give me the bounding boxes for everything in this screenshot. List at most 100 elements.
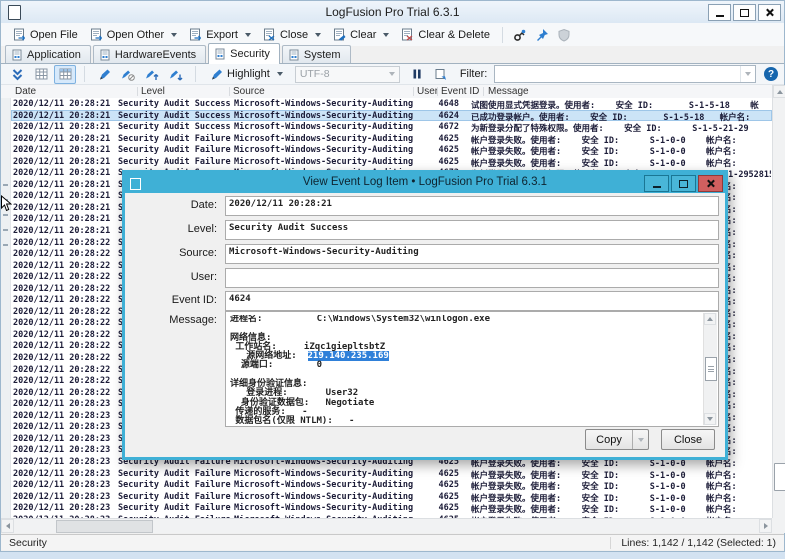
message-field[interactable]: 进程名: C:\Windows\System32\winlogon.exe 网络… [225, 311, 719, 427]
dialog-minimize-button[interactable] [644, 175, 669, 192]
log-cell-cs: Microsoft-Windows-Security-Auditing [234, 503, 419, 513]
message-line: 数据包名(仅限 NTLM): - [230, 417, 701, 424]
column-date[interactable]: Date [15, 86, 36, 97]
event-id-field[interactable]: 4624 [225, 291, 719, 311]
log-cell-cd: 2020/12/11 20:28:22 [13, 261, 117, 271]
date-field[interactable]: 2020/12/11 20:28:21 [225, 196, 719, 216]
log-row[interactable]: 2020/12/11 20:28:21Security Audit Failur… [11, 156, 772, 168]
log-row[interactable]: 2020/12/11 20:28:23Security Audit Failur… [11, 479, 772, 491]
arrow-up-icon [707, 317, 713, 321]
dropdown-arrow-icon [171, 33, 177, 37]
shield-button[interactable] [553, 26, 575, 44]
log-cell-cd: 2020/12/11 20:28:21 [13, 145, 117, 155]
minimize-button[interactable] [708, 4, 731, 21]
log-cell-cd: 2020/12/11 20:28:21 [13, 122, 117, 132]
clear-delete-button[interactable]: Clear & Delete [395, 26, 496, 43]
scroll-to-bottom-button[interactable] [6, 65, 28, 83]
column-message[interactable]: Message [488, 86, 529, 97]
close-log-button[interactable]: Close [257, 26, 327, 43]
tab-security[interactable]: Security [208, 43, 280, 64]
horizontal-scrollbar-thumb[interactable] [56, 520, 153, 533]
vertical-scrollbar-thumb[interactable] [774, 463, 785, 491]
scroll-up-button[interactable] [704, 313, 716, 325]
pin-button[interactable] [531, 26, 553, 44]
tab-application[interactable]: Application [5, 45, 91, 63]
log-page-icon [333, 28, 346, 41]
copy-button[interactable]: Copy [585, 429, 649, 450]
log-cell-cs: Microsoft-Windows-Security-Auditing [234, 480, 419, 490]
grid-view-button[interactable] [30, 65, 52, 83]
scroll-left-button[interactable] [1, 519, 14, 533]
close-button[interactable] [758, 4, 781, 21]
column-event-id[interactable]: Event ID [441, 86, 479, 97]
dialog-close-button[interactable] [698, 175, 723, 192]
log-row[interactable]: 2020/12/11 20:28:21Security Audit Failur… [11, 133, 772, 145]
shield-icon [557, 28, 571, 42]
view-event-dialog: View Event Log Item • LogFusion Pro Tria… [122, 170, 728, 460]
log-row[interactable]: 2020/12/11 20:28:21Security Audit Failur… [11, 144, 772, 156]
highlight-menu-button[interactable]: Highlight [204, 66, 289, 83]
log-cell-cd: 2020/12/11 20:28:22 [13, 318, 117, 328]
horizontal-scrollbar[interactable] [1, 518, 772, 533]
dialog-title-bar[interactable]: View Event Log Item • LogFusion Pro Tria… [125, 173, 725, 193]
tab-system[interactable]: System [282, 45, 351, 63]
gutter-mark [3, 184, 8, 186]
bookmark-button[interactable] [430, 65, 452, 83]
user-field[interactable] [225, 268, 719, 288]
vertical-scrollbar[interactable] [772, 85, 785, 533]
grid-highlight-view-button[interactable] [54, 65, 76, 84]
log-cell-cd: 2020/12/11 20:28:22 [13, 341, 117, 351]
encoding-select[interactable]: UTF-8 [295, 66, 400, 83]
log-cell-cd: 2020/12/11 20:28:21 [13, 180, 117, 190]
log-row[interactable]: 2020/12/11 20:28:21Security Audit Succes… [11, 98, 772, 110]
export-button[interactable]: Export [183, 26, 257, 43]
clear-button[interactable]: Clear [327, 26, 395, 43]
clear-highlight-button[interactable] [117, 65, 139, 83]
source-field[interactable]: Microsoft-Windows-Security-Auditing [225, 244, 719, 264]
scroll-down-button[interactable] [704, 413, 716, 425]
app-window: LogFusion Pro Trial 6.3.1 Open File Open… [0, 0, 785, 559]
column-source[interactable]: Source [233, 86, 265, 97]
open-file-button[interactable]: Open File [7, 26, 84, 43]
gutter-mark [3, 214, 8, 216]
log-page-icon [401, 28, 414, 41]
highlight-pen-button[interactable] [93, 65, 115, 83]
title-bar[interactable]: LogFusion Pro Trial 6.3.1 [1, 1, 784, 24]
message-scrollbar[interactable] [703, 313, 717, 425]
log-cell-cs: Microsoft-Windows-Security-Auditing [234, 99, 419, 109]
help-button[interactable]: ? [764, 67, 778, 81]
filter-dropdown-button[interactable] [740, 66, 755, 82]
scrollbar-corner [772, 518, 785, 533]
dialog-maximize-button[interactable] [671, 175, 696, 192]
log-cell-cd: 2020/12/11 20:28:21 [13, 157, 117, 167]
gutter-mark [3, 229, 8, 231]
log-row[interactable]: 2020/12/11 20:28:21Security Audit Succes… [11, 121, 772, 133]
column-user[interactable]: User [417, 86, 438, 97]
previous-highlight-button[interactable] [141, 65, 163, 83]
scroll-up-button[interactable] [773, 85, 785, 98]
tab-hardwareevents[interactable]: HardwareEvents [93, 45, 206, 63]
level-field[interactable]: Security Audit Success [225, 220, 719, 240]
column-level[interactable]: Level [141, 86, 165, 97]
maximize-button[interactable] [733, 4, 756, 21]
pen-down-icon [169, 68, 183, 81]
pause-icon [411, 68, 423, 80]
message-scrollbar-thumb[interactable] [705, 357, 717, 381]
dialog-message-text[interactable]: 进程名: C:\Windows\System32\winlogon.exe 网络… [230, 315, 701, 424]
arrow-right-icon [764, 523, 768, 529]
log-row-selected[interactable]: 2020/12/11 20:28:21Security Audit Succes… [11, 110, 772, 122]
log-row[interactable]: 2020/12/11 20:28:23Security Audit Failur… [11, 468, 772, 480]
next-highlight-button[interactable] [165, 65, 187, 83]
log-cell-cl: Security Audit Success [118, 99, 231, 109]
filter-input[interactable] [494, 65, 756, 83]
key-button[interactable] [509, 26, 531, 44]
log-row[interactable]: 2020/12/11 20:28:23Security Audit Failur… [11, 491, 772, 503]
copy-dropdown-button[interactable] [632, 430, 648, 449]
double-chevron-down-icon [11, 68, 24, 81]
log-row[interactable]: 2020/12/11 20:28:23Security Audit Failur… [11, 502, 772, 514]
pause-button[interactable] [406, 65, 428, 83]
scroll-right-button[interactable] [759, 519, 772, 533]
log-gutter [1, 98, 11, 518]
open-other-button[interactable]: Open Other [84, 26, 183, 43]
dialog-close-action-button[interactable]: Close [661, 429, 715, 450]
